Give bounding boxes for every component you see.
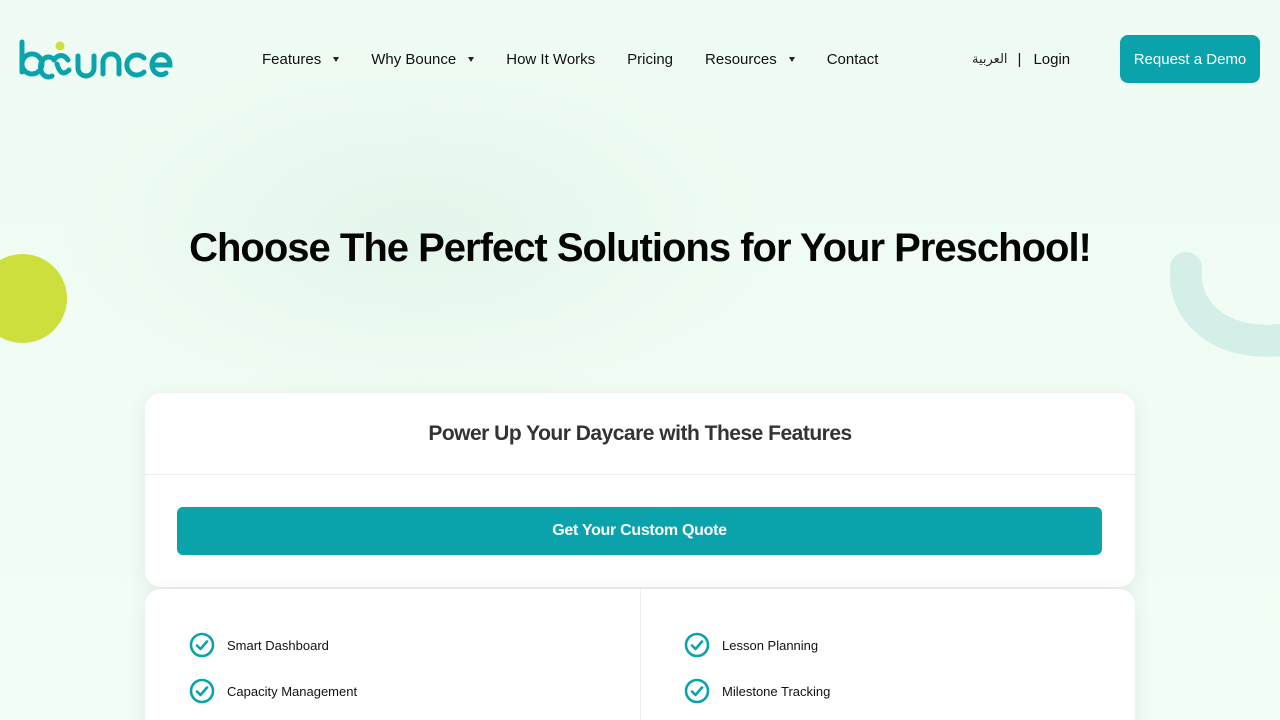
list-item: Milestone Tracking [684, 678, 1135, 704]
nav-item-label: How It Works [506, 50, 596, 68]
custom-quote-button[interactable]: Get Your Custom Quote [177, 507, 1102, 555]
request-demo-button[interactable]: Request a Demo [1120, 35, 1260, 83]
nav-item-label: Why Bounce [371, 50, 457, 68]
nav-item-how-it-works[interactable]: How It Works [506, 51, 595, 68]
hero-title: Choose The Perfect Solutions for Your Pr… [189, 226, 1092, 270]
nav-item-contact[interactable]: Contact [827, 51, 879, 68]
list-item: Smart Dashboard [189, 632, 640, 658]
list-item: Capacity Management [189, 678, 640, 704]
caret-down-icon [333, 57, 340, 62]
divider: | [1017, 50, 1022, 68]
feature-label: Lesson Planning [722, 637, 819, 653]
nav-item-features[interactable]: Features [262, 50, 340, 68]
check-circle-icon [684, 678, 710, 704]
nav-item-label: Contact [826, 50, 879, 68]
features-column-right: Lesson Planning Milestone Tracking [640, 589, 1135, 720]
pricing-card: Power Up Your Daycare with These Feature… [145, 393, 1135, 587]
features-card: Smart Dashboard Capacity Management Less… [145, 589, 1135, 720]
check-circle-icon [189, 678, 215, 704]
bounce-logo[interactable] [18, 36, 174, 84]
nav-item-label: Pricing [627, 50, 674, 68]
nav-item-pricing[interactable]: Pricing [627, 51, 673, 68]
check-circle-icon [684, 632, 710, 658]
login-link[interactable]: Login [1033, 51, 1070, 68]
site-header: Features Why Bounce How It Works Pricing… [0, 0, 1280, 118]
feature-label: Smart Dashboard [227, 637, 329, 653]
language-switch[interactable]: العربية [972, 52, 1008, 67]
feature-label: Milestone Tracking [722, 683, 831, 699]
header-tools: العربية | Login [972, 48, 1070, 70]
caret-down-icon [468, 57, 475, 62]
caret-down-icon [788, 57, 795, 62]
nav-item-label: Resources [705, 50, 777, 68]
list-item: Lesson Planning [684, 632, 1135, 658]
card-heading: Power Up Your Daycare with These Feature… [145, 393, 1135, 475]
feature-label: Capacity Management [227, 683, 358, 699]
nav-item-why-bounce[interactable]: Why Bounce [371, 50, 475, 68]
check-circle-icon [189, 632, 215, 658]
nav-item-resources[interactable]: Resources [705, 51, 795, 68]
nav-item-label: Features [262, 50, 322, 68]
main-nav: Features Why Bounce How It Works Pricing… [262, 48, 910, 70]
features-column-left: Smart Dashboard Capacity Management [145, 589, 640, 720]
